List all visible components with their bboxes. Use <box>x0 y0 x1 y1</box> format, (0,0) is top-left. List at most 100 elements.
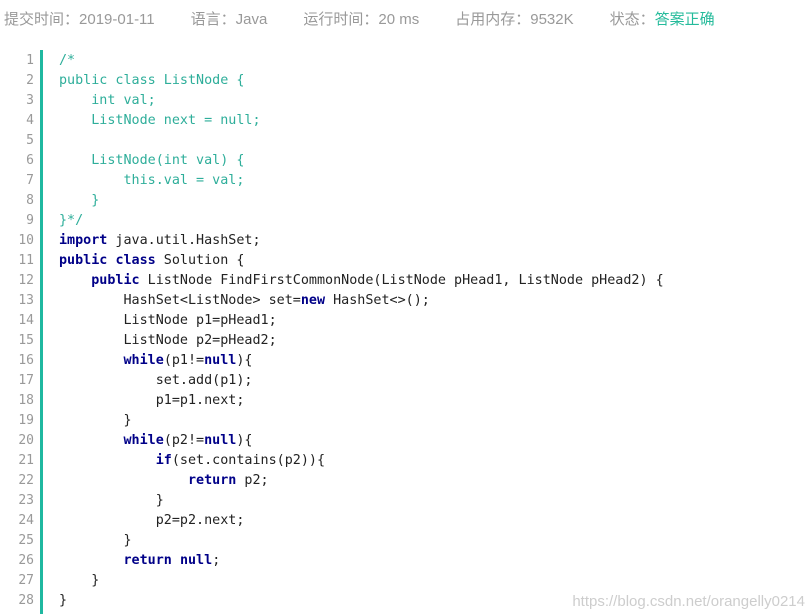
line-number: 3 <box>26 93 34 108</box>
status-label: 状态： <box>609 10 655 28</box>
submission-info-bar: 提交时间：2019-01-11 语言：Java 运行时间：20 ms 占用内存：… <box>4 0 804 36</box>
line-number: 13 <box>18 293 34 308</box>
code-token-text: ListNode p1=pHead1; <box>59 313 277 328</box>
code-token-text: java.util.HashSet; <box>107 233 261 248</box>
code-line: set.add(p1); <box>59 371 253 391</box>
line-number: 5 <box>26 133 34 148</box>
code-line: int val; <box>59 91 156 111</box>
line-number: 20 <box>18 433 34 448</box>
code-token-text: } <box>59 573 100 588</box>
code-token-keyword: return <box>188 473 237 488</box>
code-line: ListNode p1=pHead1; <box>59 311 277 331</box>
code-token-comment: public class ListNode { <box>59 73 245 88</box>
memory-label: 占用内存： <box>455 10 531 28</box>
code-token-keyword: if <box>155 453 172 468</box>
code-line: public class ListNode { <box>59 71 244 91</box>
code-token-keyword: return <box>123 553 172 568</box>
code-token-comment: }*/ <box>59 213 84 228</box>
code-token-keyword: class <box>115 253 156 268</box>
code-token-text: } <box>59 533 132 548</box>
line-number: 14 <box>18 313 34 328</box>
line-number: 26 <box>18 553 34 568</box>
code-line: return p2; <box>59 471 269 491</box>
code-line: ListNode(int val) { <box>59 151 244 171</box>
code-line: this.val = val; <box>59 171 244 191</box>
runtime-value: 20 ms <box>378 10 420 28</box>
code-line: public ListNode FindFirstCommonNode(List… <box>59 271 664 291</box>
code-token-text: } <box>59 593 68 608</box>
line-number: 2 <box>26 73 34 88</box>
line-number: 7 <box>26 173 34 188</box>
line-number: 11 <box>18 253 34 268</box>
line-number: 12 <box>18 273 34 288</box>
code-line: HashSet<ListNode> set=new HashSet<>(); <box>59 291 430 311</box>
code-token-text: HashSet<>(); <box>325 293 430 308</box>
code-token-keyword: while <box>123 433 164 448</box>
code-token-keyword: new <box>300 293 326 308</box>
line-number: 28 <box>18 593 34 608</box>
submit-time: 提交时间：2019-01-11 <box>4 8 155 29</box>
code-line: public class Solution { <box>59 251 244 271</box>
line-number: 9 <box>26 213 34 228</box>
code-token-text: } <box>59 413 132 428</box>
code-token-keyword: import <box>59 233 108 248</box>
code-token-keyword: null <box>204 433 237 448</box>
code-token-comment: /* <box>59 53 76 68</box>
code-token-text: ){ <box>236 353 253 368</box>
code-token-comment: ListNode(int val) { <box>59 153 245 168</box>
line-number: 17 <box>18 373 34 388</box>
code-line: } <box>59 591 67 611</box>
code-token-text: HashSet<ListNode> set= <box>59 293 301 308</box>
code-token-text: Solution { <box>155 253 245 268</box>
line-number: 23 <box>18 493 34 508</box>
code-line: while(p1!=null){ <box>59 351 253 371</box>
line-number: 22 <box>18 473 34 488</box>
code-token-text: (p2!= <box>163 433 205 448</box>
code-token-keyword: public <box>91 273 140 288</box>
code-token-text: (p1!= <box>163 353 205 368</box>
line-number: 18 <box>18 393 34 408</box>
code-token-text: set.add(p1); <box>59 373 253 388</box>
line-number: 4 <box>26 113 34 128</box>
status: 状态：答案正确 <box>610 8 715 29</box>
code-line: import java.util.HashSet; <box>59 231 261 251</box>
status-value: 答案正确 <box>654 10 715 28</box>
code-line: }*/ <box>59 211 83 231</box>
line-number: 25 <box>18 533 34 548</box>
code-line: p1=p1.next; <box>59 391 245 411</box>
watermark: https://blog.csdn.net/orangelly0214 <box>572 593 805 610</box>
code-line: } <box>59 531 132 551</box>
code-line: p2=p2.next; <box>59 511 245 531</box>
code-line: return null; <box>59 551 221 571</box>
code-view: 1 2 3 4 5 6 7 8 9 10 11 12 13 14 15 16 17 18 19 20 21 22 23 24 2… <box>0 50 811 614</box>
code-line: } <box>59 191 99 211</box>
code-token-text: ListNode FindFirstCommonNode(ListNode pH… <box>139 273 664 288</box>
code-token-text: p1=p1.next; <box>59 393 245 408</box>
code-token-comment: } <box>59 193 100 208</box>
code-token-text: ){ <box>236 433 253 448</box>
memory-value: 9532K <box>530 10 574 28</box>
language-label: 语言： <box>190 10 236 28</box>
line-number: 1 <box>26 53 34 68</box>
code-line: ListNode p2=pHead2; <box>59 331 277 351</box>
code-token-text: ListNode p2=pHead2; <box>59 333 277 348</box>
language: 语言：Java <box>191 8 268 29</box>
code-token-text: } <box>59 493 164 508</box>
line-number: 6 <box>26 153 34 168</box>
code-line: } <box>59 491 164 511</box>
code-line: } <box>59 571 99 591</box>
code-line: } <box>59 411 132 431</box>
line-number: 15 <box>18 333 34 348</box>
code-token-keyword: while <box>123 353 164 368</box>
line-number: 8 <box>26 193 34 208</box>
code-line: if(set.contains(p2)){ <box>59 451 325 471</box>
line-number: 27 <box>18 573 34 588</box>
line-number: 16 <box>18 353 34 368</box>
code-token-text: p2; <box>236 473 269 488</box>
code-token-keyword: null <box>204 353 237 368</box>
line-number: 19 <box>18 413 34 428</box>
